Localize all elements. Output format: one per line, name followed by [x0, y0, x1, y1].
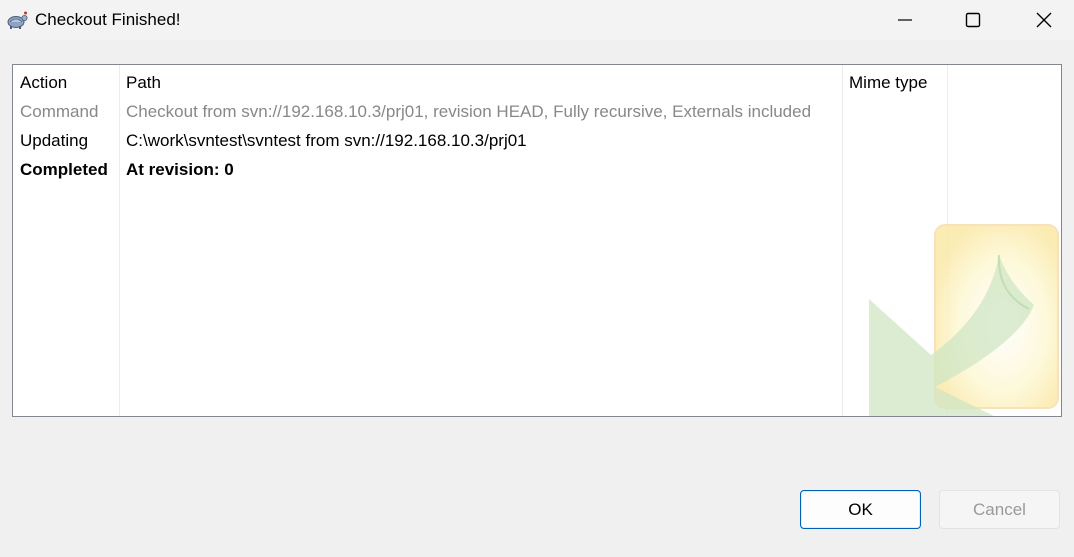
minimize-icon — [897, 12, 913, 28]
column-header-path[interactable]: Path — [126, 72, 161, 94]
column-header-mime-type[interactable]: Mime type — [849, 72, 927, 94]
close-button[interactable] — [1021, 0, 1067, 40]
close-icon — [1035, 11, 1053, 29]
maximize-button[interactable] — [950, 0, 996, 40]
checkout-arrow-watermark-icon — [869, 224, 1059, 416]
tortoisesvn-app-icon — [5, 9, 29, 31]
row-action[interactable]: Completed — [20, 159, 108, 181]
column-divider[interactable] — [119, 65, 120, 416]
minimize-button[interactable] — [882, 0, 928, 40]
checkout-log-list[interactable]: Action Path Mime type Command Checkout f… — [12, 64, 1062, 417]
window-title: Checkout Finished! — [35, 10, 181, 29]
row-path[interactable]: At revision: 0 — [126, 159, 234, 181]
cancel-button[interactable]: Cancel — [939, 490, 1060, 529]
column-header-action[interactable]: Action — [20, 72, 67, 94]
ok-button[interactable]: OK — [800, 490, 921, 529]
row-path[interactable]: C:\work\svntest\svntest from svn://192.1… — [126, 130, 527, 152]
row-action[interactable]: Updating — [20, 130, 88, 152]
maximize-icon — [965, 12, 981, 28]
row-action[interactable]: Command — [20, 101, 98, 123]
column-divider[interactable] — [842, 65, 843, 416]
row-path[interactable]: Checkout from svn://192.168.10.3/prj01, … — [126, 101, 811, 123]
title-bar: Checkout Finished! — [0, 0, 1074, 40]
